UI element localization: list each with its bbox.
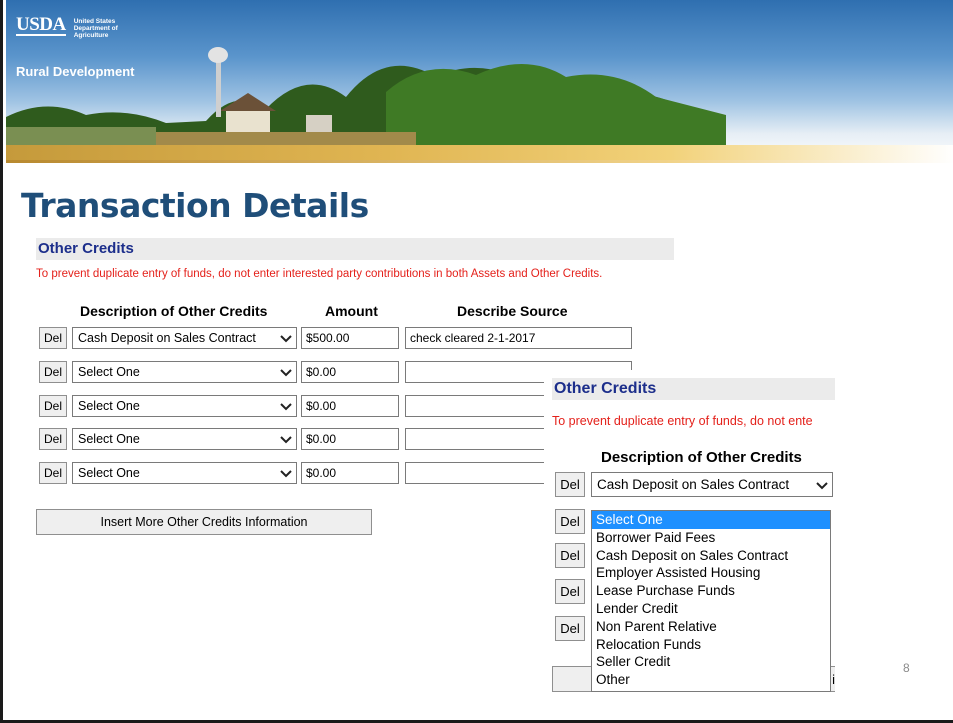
chevron-down-icon	[280, 369, 292, 377]
description-select[interactable]: Select One	[72, 395, 297, 417]
other-credits-header: Other Credits	[36, 238, 674, 260]
duplicate-warning: To prevent duplicate entry of funds, do …	[36, 268, 603, 280]
slide-title: Transaction Details	[21, 186, 369, 225]
del-button[interactable]: Del	[555, 579, 585, 604]
column-amount: Amount	[325, 303, 378, 319]
chevron-down-icon	[280, 470, 292, 478]
del-button[interactable]: Del	[39, 327, 67, 349]
dropdown-option[interactable]: Select One	[592, 511, 830, 529]
chevron-down-icon	[280, 335, 292, 343]
dropdown-option[interactable]: Seller Credit	[592, 653, 830, 671]
chevron-down-icon	[280, 403, 292, 411]
dropdown-option[interactable]: Employer Assisted Housing	[592, 564, 830, 582]
dropdown-option[interactable]: Lease Purchase Funds	[592, 582, 830, 600]
usda-logo-text: USDA	[16, 14, 66, 36]
description-select[interactable]: Select One	[72, 428, 297, 450]
description-select[interactable]: Select One	[72, 361, 297, 383]
department-text: United States Department of Agriculture	[73, 18, 118, 39]
del-button[interactable]: Del	[555, 616, 585, 641]
column-source: Describe Source	[457, 303, 568, 319]
description-select[interactable]: Select One	[72, 462, 297, 484]
amount-input[interactable]: $500.00	[301, 327, 399, 349]
dropdown-option[interactable]: Other	[592, 671, 830, 689]
del-button[interactable]: Del	[555, 472, 585, 497]
amount-input[interactable]: $0.00	[301, 428, 399, 450]
source-input[interactable]: check cleared 2-1-2017	[405, 327, 632, 349]
del-button[interactable]: Del	[39, 462, 67, 484]
column-description: Description of Other Credits	[80, 303, 268, 319]
amount-input[interactable]: $0.00	[301, 462, 399, 484]
dropdown-option[interactable]: Borrower Paid Fees	[592, 529, 830, 547]
slide: USDA United States Department of Agricul…	[0, 0, 953, 723]
insert-more-credits-button[interactable]: Insert More Other Credits Information	[36, 509, 372, 535]
description-dropdown-list[interactable]: Select One Borrower Paid Fees Cash Depos…	[591, 510, 831, 692]
dropdown-option[interactable]: Relocation Funds	[592, 636, 830, 654]
column-description: Description of Other Credits	[601, 449, 802, 466]
usda-banner: USDA United States Department of Agricul…	[6, 0, 953, 163]
dropdown-option[interactable]: Non Parent Relative	[592, 618, 830, 636]
del-button[interactable]: Del	[555, 543, 585, 568]
description-select[interactable]: Cash Deposit on Sales Contract	[591, 472, 833, 497]
page-number: 8	[903, 661, 910, 675]
dropdown-option[interactable]: Lender Credit	[592, 600, 830, 618]
del-button[interactable]: Del	[39, 395, 67, 417]
del-button[interactable]: Del	[39, 428, 67, 450]
del-button[interactable]: Del	[555, 509, 585, 534]
dropdown-option[interactable]: Cash Deposit on Sales Contract	[592, 547, 830, 565]
agency-name: Rural Development	[16, 64, 135, 79]
other-credits-header: Other Credits	[552, 378, 835, 400]
duplicate-warning: To prevent duplicate entry of funds, do …	[552, 414, 813, 428]
chevron-down-icon	[816, 482, 828, 490]
usda-logo: USDA United States Department of Agricul…	[16, 14, 118, 39]
amount-input[interactable]: $0.00	[301, 395, 399, 417]
del-button[interactable]: Del	[39, 361, 67, 383]
farm-landscape-image	[6, 47, 726, 147]
description-select[interactable]: Cash Deposit on Sales Contract	[72, 327, 297, 349]
chevron-down-icon	[280, 436, 292, 444]
amount-input[interactable]: $0.00	[301, 361, 399, 383]
